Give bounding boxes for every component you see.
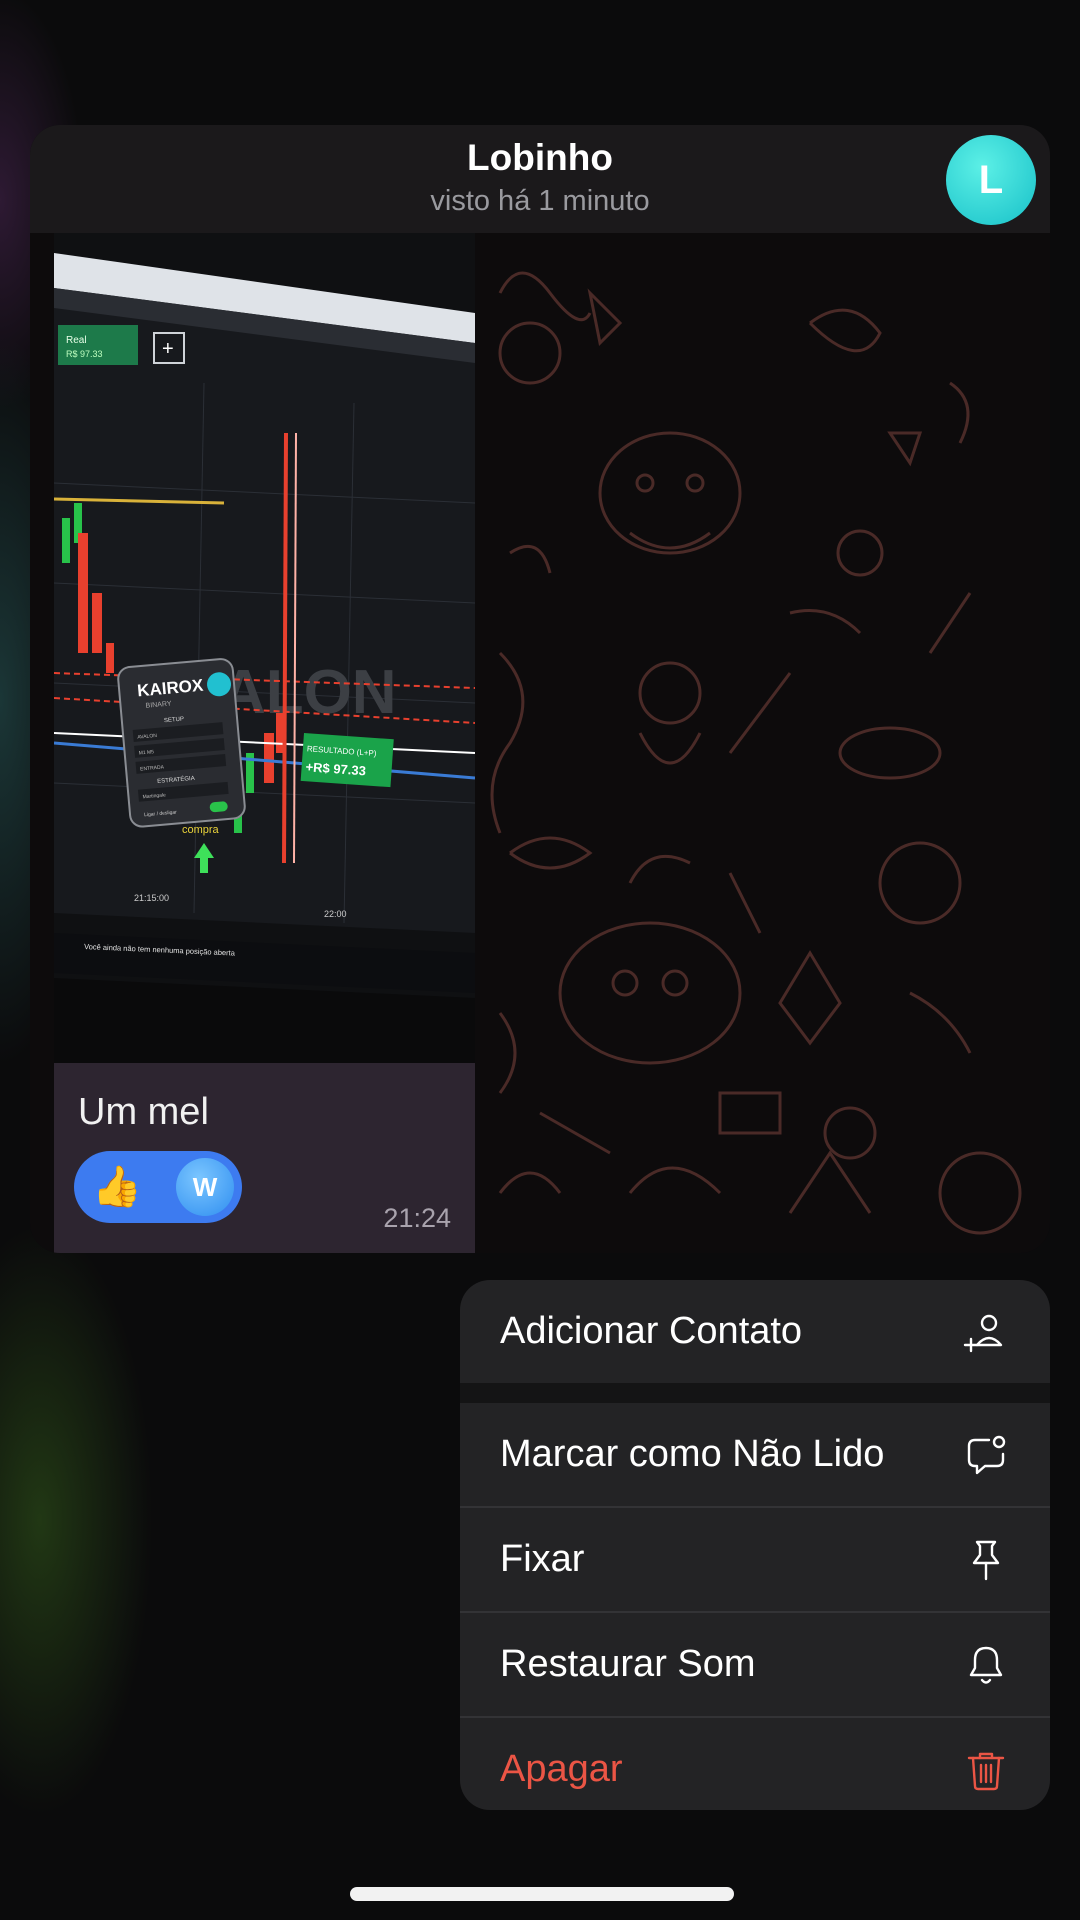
chat-preview[interactable]: Lobinho visto há 1 minuto L Real R$ 97.3… — [30, 125, 1050, 1253]
menu-item-label: Restaurar Som — [500, 1643, 756, 1685]
message-bubble[interactable]: Real R$ 97.33 + AVALON RESULTADO (L+P) +… — [54, 233, 475, 1253]
menu-item-label: Adicionar Contato — [500, 1310, 803, 1352]
message-text: Um mel — [78, 1091, 209, 1133]
add-contact-icon — [962, 1308, 1010, 1356]
reaction-badge[interactable]: 👍 W — [74, 1151, 242, 1223]
reaction-avatar: W — [176, 1158, 234, 1216]
menu-item-label: Apagar — [500, 1748, 623, 1790]
message-photo[interactable]: Real R$ 97.33 + AVALON RESULTADO (L+P) +… — [54, 233, 475, 1063]
message-time: 21:24 — [383, 1203, 451, 1233]
balance-label: Real — [66, 335, 87, 346]
menu-item-add-contact[interactable]: Adicionar Contato — [460, 1280, 1050, 1383]
menu-item-pin[interactable]: Fixar — [460, 1508, 1050, 1611]
chat-header: Lobinho visto há 1 minuto L — [30, 125, 1050, 233]
home-indicator[interactable] — [350, 1887, 734, 1901]
pin-icon — [962, 1536, 1010, 1584]
menu-item-mark-unread[interactable]: Marcar como Não Lido — [460, 1403, 1050, 1506]
chat-title: Lobinho — [467, 137, 613, 178]
menu-item-delete[interactable]: Apagar — [460, 1718, 1050, 1810]
trash-icon — [962, 1746, 1010, 1794]
mark-unread-icon — [962, 1431, 1010, 1479]
time-label: 21:15:00 — [134, 893, 169, 903]
bell-icon — [962, 1641, 1010, 1689]
balance-value: R$ 97.33 — [66, 349, 103, 359]
context-menu: Adicionar Contato Marcar como Não Lido F… — [460, 1280, 1050, 1810]
contact-avatar[interactable]: L — [946, 135, 1036, 225]
menu-group-divider — [460, 1383, 1050, 1403]
chat-last-seen: visto há 1 minuto — [430, 185, 650, 217]
compra-label: compra — [182, 824, 220, 836]
menu-item-restore-sound[interactable]: Restaurar Som — [460, 1613, 1050, 1716]
time-label-2: 22:00 — [324, 909, 347, 919]
menu-item-label: Fixar — [500, 1538, 585, 1580]
thumbs-up-emoji: 👍 — [92, 1165, 142, 1209]
menu-item-label: Marcar como Não Lido — [500, 1433, 885, 1475]
svg-text:+: + — [162, 338, 174, 360]
